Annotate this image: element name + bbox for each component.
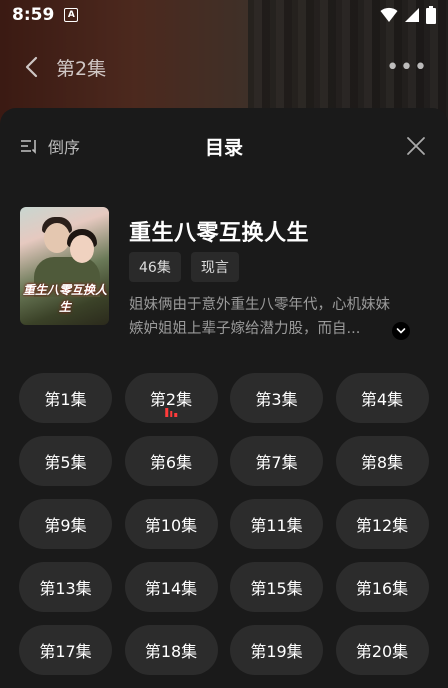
- close-icon: [407, 137, 425, 155]
- drama-info: 重生八零互换人生 重生八零互换人生 46集 现言 姐妹俩由于意外重生八零年代，心…: [20, 207, 428, 337]
- episode-button[interactable]: 第8集: [335, 436, 429, 486]
- status-bar: 8:59 A: [0, 0, 448, 30]
- episode-button[interactable]: 第10集: [124, 499, 218, 549]
- close-button[interactable]: [404, 134, 428, 158]
- episode-label: 第18集: [144, 642, 198, 661]
- episode-button[interactable]: 第11集: [230, 499, 323, 549]
- episode-label: 第4集: [360, 390, 404, 409]
- episode-label: 第15集: [250, 579, 303, 598]
- chevron-down-icon: [396, 328, 406, 334]
- drama-title: 重生八零互换人生: [129, 221, 310, 246]
- poster-title-text: 重生八零互换人生: [23, 283, 108, 314]
- episode-label: 第5集: [44, 453, 87, 472]
- status-time: 8:59: [12, 5, 55, 25]
- now-playing-icon: [165, 407, 177, 417]
- episode-button[interactable]: 第14集: [124, 562, 218, 612]
- episode-label: 第14集: [144, 579, 198, 598]
- episode-label: 第6集: [149, 453, 193, 472]
- battery-icon: [426, 6, 436, 24]
- expand-description-button[interactable]: [392, 322, 410, 340]
- episode-label: 第19集: [250, 642, 303, 661]
- episode-button[interactable]: 第15集: [230, 562, 323, 612]
- episode-label: 第20集: [355, 642, 409, 661]
- episode-button[interactable]: 第4集: [335, 373, 429, 423]
- episode-label: 第11集: [250, 516, 303, 535]
- episode-button[interactable]: 第6集: [124, 436, 218, 486]
- episode-label: 第12集: [355, 516, 409, 535]
- sort-label: 倒序: [48, 138, 81, 157]
- drama-description: 姐妹俩由于意外重生八零年代，心机妹妹 嫉妒姐姐上辈子嫁给潜力股，而自...: [129, 293, 425, 341]
- episode-button-current[interactable]: 第2集: [124, 373, 218, 423]
- chevron-left-icon: [25, 56, 38, 78]
- signal-icon: [405, 8, 419, 22]
- episode-count-tag: 46集: [129, 252, 181, 282]
- episode-button[interactable]: 第9集: [19, 499, 112, 549]
- episode-label: 第17集: [39, 642, 92, 661]
- episode-button[interactable]: 第17集: [19, 625, 112, 675]
- episode-label: 第9集: [44, 516, 87, 535]
- episode-button[interactable]: 第12集: [335, 499, 429, 549]
- episode-button[interactable]: 第20集: [335, 625, 429, 675]
- episode-button[interactable]: 第13集: [19, 562, 112, 612]
- app-notification-icon: A: [64, 8, 79, 22]
- episode-grid: 第1集 第2集 第3集 第4集 第5集 第6集 第7集 第8集 第9集 第10集…: [19, 373, 429, 675]
- status-icons: [380, 6, 436, 24]
- episode-label: 第16集: [355, 579, 409, 598]
- episode-label: 第13集: [39, 579, 92, 598]
- episode-button[interactable]: 第5集: [19, 436, 112, 486]
- sort-toggle-button[interactable]: 倒序: [20, 134, 80, 158]
- episode-label: 第7集: [255, 453, 298, 472]
- drama-tags: 46集 现言: [129, 252, 239, 282]
- episode-label: 第1集: [44, 390, 87, 409]
- episode-label: 第8集: [360, 453, 404, 472]
- more-icon[interactable]: •••: [386, 55, 428, 80]
- description-line: 姐妹俩由于意外重生八零年代，心机妹妹: [129, 297, 390, 313]
- episode-button[interactable]: 第1集: [19, 373, 112, 423]
- episode-button[interactable]: 第16集: [335, 562, 429, 612]
- sort-icon: [21, 140, 36, 154]
- episode-button[interactable]: 第3集: [230, 373, 323, 423]
- episode-label: 第3集: [255, 390, 298, 409]
- episode-button[interactable]: 第18集: [124, 625, 218, 675]
- episode-label: 第10集: [144, 516, 198, 535]
- description-line: 嫉妒姐姐上辈子嫁给潜力股，而自...: [129, 321, 361, 337]
- sheet-header: 倒序 目录: [0, 128, 448, 164]
- episode-button[interactable]: 第19集: [230, 625, 323, 675]
- back-button[interactable]: [20, 56, 42, 78]
- wifi-icon: [380, 7, 398, 22]
- genre-tag[interactable]: 现言: [190, 252, 239, 282]
- top-nav: 第2集 •••: [0, 44, 448, 90]
- episode-button[interactable]: 第7集: [230, 436, 323, 486]
- episode-title: 第2集: [56, 57, 107, 80]
- drama-poster[interactable]: 重生八零互换人生: [20, 207, 109, 325]
